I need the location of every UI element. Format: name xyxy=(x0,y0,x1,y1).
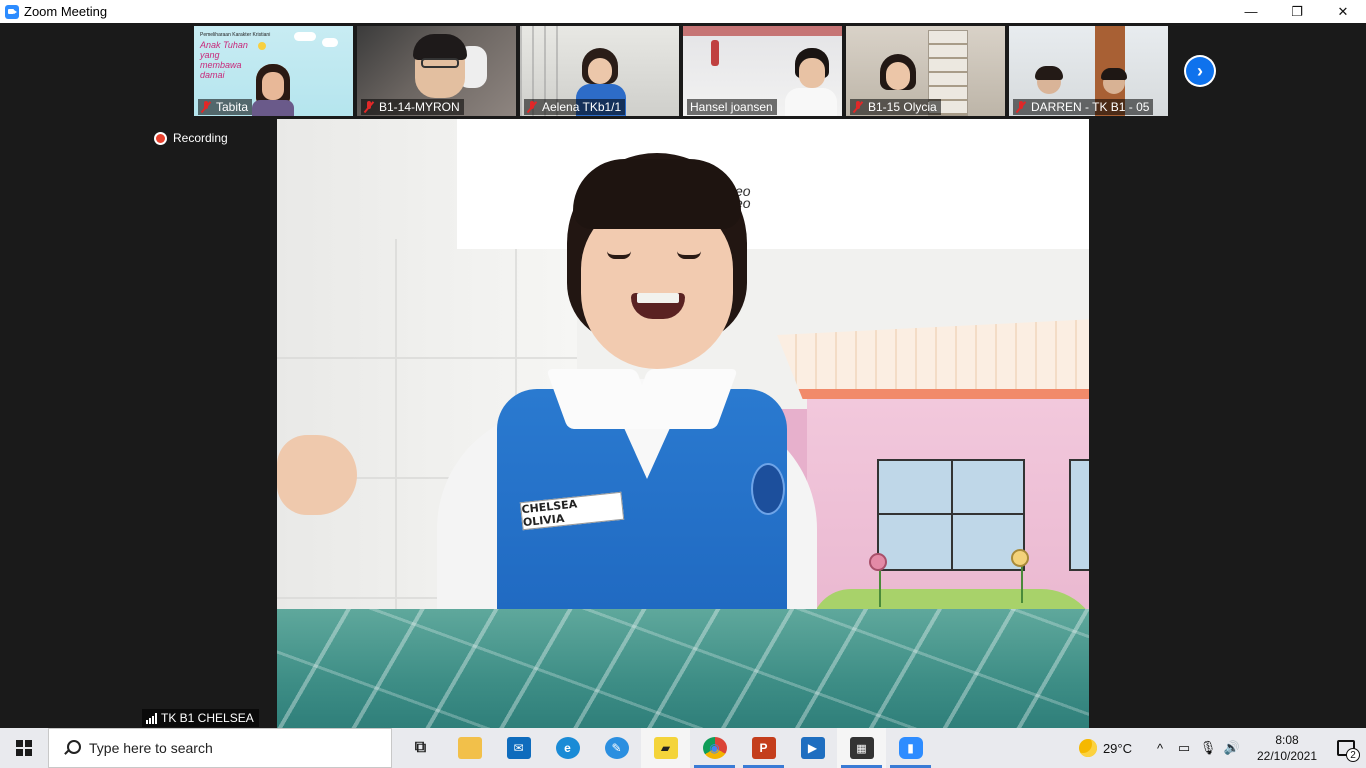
participant-name: Aelena TKb1/1 xyxy=(542,100,622,114)
windows-taskbar: Type here to search ⧉ ✉ e ✎ ▰ ◉ P ▶ ▦ ▮ … xyxy=(0,728,1366,768)
muted-mic-icon xyxy=(364,101,374,113)
edge-icon: e xyxy=(555,737,580,759)
taskbar-clock[interactable]: 8:08 22/10/2021 xyxy=(1248,732,1326,764)
participant-thumbnail-olycia[interactable]: B1-15 Olycia xyxy=(846,26,1005,116)
powerpoint-button[interactable]: P xyxy=(739,728,788,768)
close-button[interactable]: ✕ xyxy=(1320,0,1366,23)
system-tray: 29°C ^ ▭ 🎙 🔊 8:08 22/10/2021 2 xyxy=(1078,728,1366,768)
recording-label: Recording xyxy=(173,131,228,145)
muted-mic-icon xyxy=(853,101,863,113)
child-head xyxy=(567,153,747,373)
signal-strength-icon xyxy=(146,712,157,724)
chrome-button[interactable]: ◉ xyxy=(690,728,739,768)
meet-now-icon[interactable]: ▭ xyxy=(1172,728,1196,768)
photos-icon: ✎ xyxy=(604,737,629,759)
participant-name: DARREN - TK B1 - 05 xyxy=(1031,100,1150,114)
title-bar: Zoom Meeting — ❐ ✕ xyxy=(0,0,1366,23)
windows-logo-icon xyxy=(16,740,32,756)
notification-center-button[interactable]: 2 xyxy=(1326,728,1366,768)
participant-name: B1-14-MYRON xyxy=(379,100,460,114)
muted-mic-icon xyxy=(201,101,211,113)
sticky-notes-button[interactable]: ▰ xyxy=(641,728,690,768)
cloud-graphic xyxy=(294,32,316,41)
muted-mic-icon xyxy=(527,101,537,113)
photos-button[interactable]: ✎ xyxy=(592,728,641,768)
muted-mic-icon xyxy=(1016,101,1026,113)
active-speaker-name-label: TK B1 CHELSEA xyxy=(142,709,259,727)
participant-name-label: DARREN - TK B1 - 05 xyxy=(1013,99,1154,115)
participant-name-label: Hansel joansen xyxy=(687,99,777,115)
powerpoint-icon: P xyxy=(751,737,776,759)
task-view-icon: ⧉ xyxy=(414,739,427,756)
folder-icon xyxy=(457,737,482,759)
school-badge xyxy=(751,463,785,515)
record-icon xyxy=(154,131,167,145)
next-page-button[interactable]: › xyxy=(1184,55,1216,87)
taskbar-apps: ⧉ ✉ e ✎ ▰ ◉ P ▶ ▦ ▮ xyxy=(396,728,935,768)
task-view-button[interactable]: ⧉ xyxy=(396,728,445,768)
clock-date: 22/10/2021 xyxy=(1256,749,1318,763)
participant-name-label: B1-15 Olycia xyxy=(850,99,941,115)
search-placeholder: Type here to search xyxy=(89,740,213,756)
search-icon xyxy=(63,740,81,756)
zoom-app-icon xyxy=(5,4,19,19)
participant-thumbnail-hansel[interactable]: Hansel joansen xyxy=(683,26,842,116)
participant-thumbnail-aelena[interactable]: Aelena TKb1/1 xyxy=(520,26,679,116)
participant-strip: Pemeliharaan Karakter Kristiani Anak Tuh… xyxy=(194,26,1168,116)
sticky-notes-icon: ▰ xyxy=(653,737,678,759)
slide-main-text: Anak Tuhan yang membawa damai xyxy=(200,40,248,80)
mail-icon: ✉ xyxy=(506,737,531,759)
paper-house-model xyxy=(777,319,1089,659)
weather-sun-icon xyxy=(1078,739,1097,757)
file-explorer-button[interactable] xyxy=(445,728,494,768)
participant-video xyxy=(252,64,294,116)
minimize-button[interactable]: — xyxy=(1228,0,1274,23)
show-hidden-icons-button[interactable]: ^ xyxy=(1148,728,1172,768)
meeting-area: Pemeliharaan Karakter Kristiani Anak Tuh… xyxy=(0,23,1366,728)
participant-name-label: B1-14-MYRON xyxy=(361,99,464,115)
participant-thumbnail-myron[interactable]: B1-14-MYRON xyxy=(357,26,516,116)
movie-maker-button[interactable]: ▶ xyxy=(788,728,837,768)
edge-button[interactable]: e xyxy=(543,728,592,768)
window-title: Zoom Meeting xyxy=(24,4,108,19)
window-controls: — ❐ ✕ xyxy=(1228,0,1366,23)
table-surface xyxy=(277,609,1089,728)
clock-time: 8:08 xyxy=(1275,733,1299,747)
participant-name: B1-15 Olycia xyxy=(868,100,937,114)
microphone-icon[interactable]: 🎙 xyxy=(1196,728,1220,768)
slide-title: Pemeliharaan Karakter Kristiani xyxy=(200,32,271,38)
chevron-right-icon: › xyxy=(1186,57,1214,85)
participant-name-label: Tabita xyxy=(198,99,253,115)
weather-widget[interactable]: 29°C xyxy=(1078,739,1132,757)
movie-maker-icon: ▶ xyxy=(800,737,825,759)
active-speaker-name: TK B1 CHELSEA xyxy=(161,711,254,725)
sun-graphic xyxy=(258,42,266,50)
participant-name: Tabita xyxy=(216,100,249,114)
mail-button[interactable]: ✉ xyxy=(494,728,543,768)
participant-name: Hansel joansen xyxy=(690,100,773,114)
participant-thumbnail-darren[interactable]: DARREN - TK B1 - 05 xyxy=(1009,26,1168,116)
volume-icon[interactable]: 🔊 xyxy=(1220,728,1244,768)
clapperboard-icon: ▦ xyxy=(849,737,874,759)
chrome-icon: ◉ xyxy=(702,737,727,759)
video-editor-button[interactable]: ▦ xyxy=(837,728,886,768)
active-speaker-video[interactable]: eo eo CHELSEA OLIVIA xyxy=(277,119,1089,728)
restore-button[interactable]: ❐ xyxy=(1274,0,1320,23)
recording-indicator[interactable]: Recording xyxy=(154,131,228,145)
weather-temperature: 29°C xyxy=(1102,740,1132,756)
taskbar-search-box[interactable]: Type here to search xyxy=(48,728,392,768)
background-ceiling xyxy=(457,119,1089,249)
child-hand xyxy=(277,435,357,515)
zoom-button[interactable]: ▮ xyxy=(886,728,935,768)
participant-thumbnail-tabita[interactable]: Pemeliharaan Karakter Kristiani Anak Tuh… xyxy=(194,26,353,116)
zoom-camera-icon: ▮ xyxy=(898,737,923,759)
participant-name-label: Aelena TKb1/1 xyxy=(524,99,626,115)
start-button[interactable] xyxy=(0,728,48,768)
cloud-graphic xyxy=(322,38,338,47)
notification-count: 2 xyxy=(1346,748,1360,762)
